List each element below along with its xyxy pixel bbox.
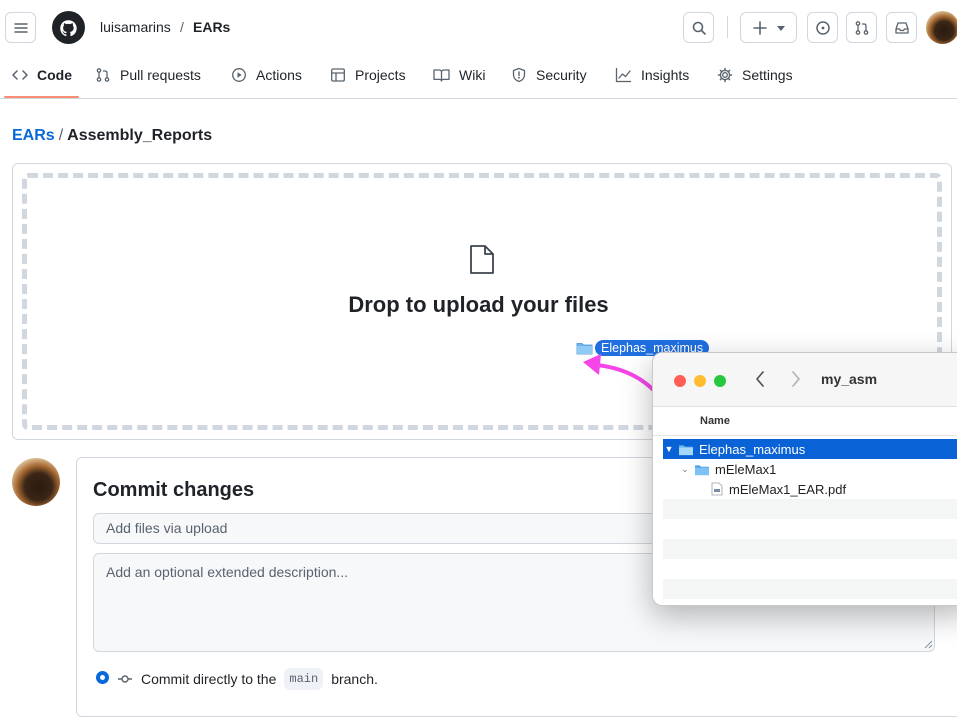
folder-icon: [679, 444, 693, 455]
zoom-window-button[interactable]: [714, 375, 726, 387]
inbox-button[interactable]: [886, 12, 917, 43]
file-icon: [470, 245, 494, 274]
close-window-button[interactable]: [674, 375, 686, 387]
tab-settings[interactable]: Settings: [717, 60, 793, 90]
create-new-button[interactable]: [740, 12, 797, 43]
tab-projects-label: Projects: [355, 67, 406, 83]
empty-row: [663, 499, 957, 519]
tab-insights[interactable]: Insights: [615, 60, 689, 90]
tab-pull-requests[interactable]: Pull requests: [95, 60, 201, 90]
tab-security[interactable]: Security: [511, 60, 587, 90]
search-icon: [692, 21, 706, 35]
branch-name: main: [284, 668, 324, 690]
github-icon: [52, 11, 85, 44]
tab-actions-label: Actions: [256, 67, 302, 83]
repo-separator: /: [180, 19, 184, 35]
git-pull-request-icon: [855, 20, 868, 35]
commit-direct-option[interactable]: Commit directly to the main branch.: [117, 668, 378, 690]
pdf-file-icon: [711, 482, 723, 496]
plus-icon: [752, 20, 767, 35]
empty-row: [663, 539, 957, 559]
commit-direct-prefix: Commit directly to the: [141, 671, 277, 687]
tab-settings-label: Settings: [742, 67, 793, 83]
finder-title: my_asm: [821, 371, 878, 387]
active-tab-indicator: [4, 96, 79, 98]
tab-wiki-label: Wiki: [459, 67, 486, 83]
hamburger-icon: [13, 22, 28, 33]
tab-insights-label: Insights: [641, 67, 690, 83]
play-icon: [232, 68, 246, 82]
name-column-header[interactable]: Name: [653, 407, 957, 436]
table-icon: [331, 68, 345, 82]
breadcrumb-separator: /: [58, 127, 64, 144]
minimize-window-button[interactable]: [694, 375, 706, 387]
commit-direct-suffix: branch.: [331, 671, 378, 687]
book-icon: [433, 69, 450, 82]
empty-row: [663, 579, 957, 599]
code-icon: [12, 70, 28, 80]
caret-down-icon: [776, 25, 785, 31]
header-divider: [727, 16, 728, 38]
git-pull-request-icon: [96, 68, 110, 82]
finder-toolbar: my_asm: [653, 353, 957, 407]
resize-handle-icon: [924, 640, 933, 649]
repo-name-link[interactable]: EARs: [193, 18, 230, 36]
issue-icon: [815, 20, 830, 35]
commit-title: Commit changes: [93, 479, 255, 501]
inbox-icon: [894, 21, 909, 34]
user-avatar[interactable]: [926, 11, 957, 44]
forward-icon[interactable]: [791, 371, 801, 387]
graph-icon: [615, 67, 632, 83]
tab-code[interactable]: Code: [12, 60, 72, 90]
repo-owner-link[interactable]: luisamarins: [100, 18, 171, 36]
name-column-label: Name: [700, 415, 730, 427]
dropzone-title: Drop to upload your files: [348, 292, 609, 317]
issues-button[interactable]: [807, 12, 838, 43]
breadcrumb-repo-link[interactable]: EARs: [12, 127, 55, 144]
tab-projects[interactable]: Projects: [330, 60, 406, 90]
tab-pull-requests-label: Pull requests: [120, 67, 201, 83]
breadcrumb: EARs / Assembly_Reports: [12, 126, 212, 146]
list-item-label: mEleMax1: [715, 461, 777, 477]
list-item[interactable]: ⌄ mEleMax1: [663, 459, 957, 479]
list-item[interactable]: ▼ Elephas_maximus: [663, 439, 957, 459]
disclosure-open-icon[interactable]: ⌄: [679, 464, 691, 475]
tab-code-label: Code: [37, 67, 72, 83]
commit-author-avatar: [12, 458, 60, 506]
list-item-label: mEleMax1_EAR.pdf: [729, 481, 847, 497]
folder-icon: [695, 464, 709, 475]
finder-window: my_asm Name ▼ Elephas_maximus ⌄ mEleMax1…: [652, 352, 957, 606]
tab-actions[interactable]: Actions: [231, 60, 302, 90]
shield-icon: [512, 67, 526, 83]
git-commit-icon: [118, 675, 132, 683]
menu-button[interactable]: [5, 12, 36, 43]
back-icon[interactable]: [755, 371, 765, 387]
commit-direct-radio[interactable]: [96, 671, 109, 684]
list-item[interactable]: mEleMax1_EAR.pdf: [663, 479, 957, 499]
breadcrumb-folder: Assembly_Reports: [67, 127, 213, 144]
tab-security-label: Security: [536, 67, 587, 83]
tab-wiki[interactable]: Wiki: [433, 60, 485, 90]
search-button[interactable]: [683, 12, 714, 43]
repo-header: luisamarins / EARs Code Pull requests Ac…: [0, 0, 957, 99]
disclosure-open-icon[interactable]: ▼: [663, 444, 675, 454]
github-logo[interactable]: [52, 11, 85, 44]
gear-icon: [717, 67, 733, 83]
list-item-label: Elephas_maximus: [699, 441, 806, 457]
pull-requests-button[interactable]: [846, 12, 877, 43]
